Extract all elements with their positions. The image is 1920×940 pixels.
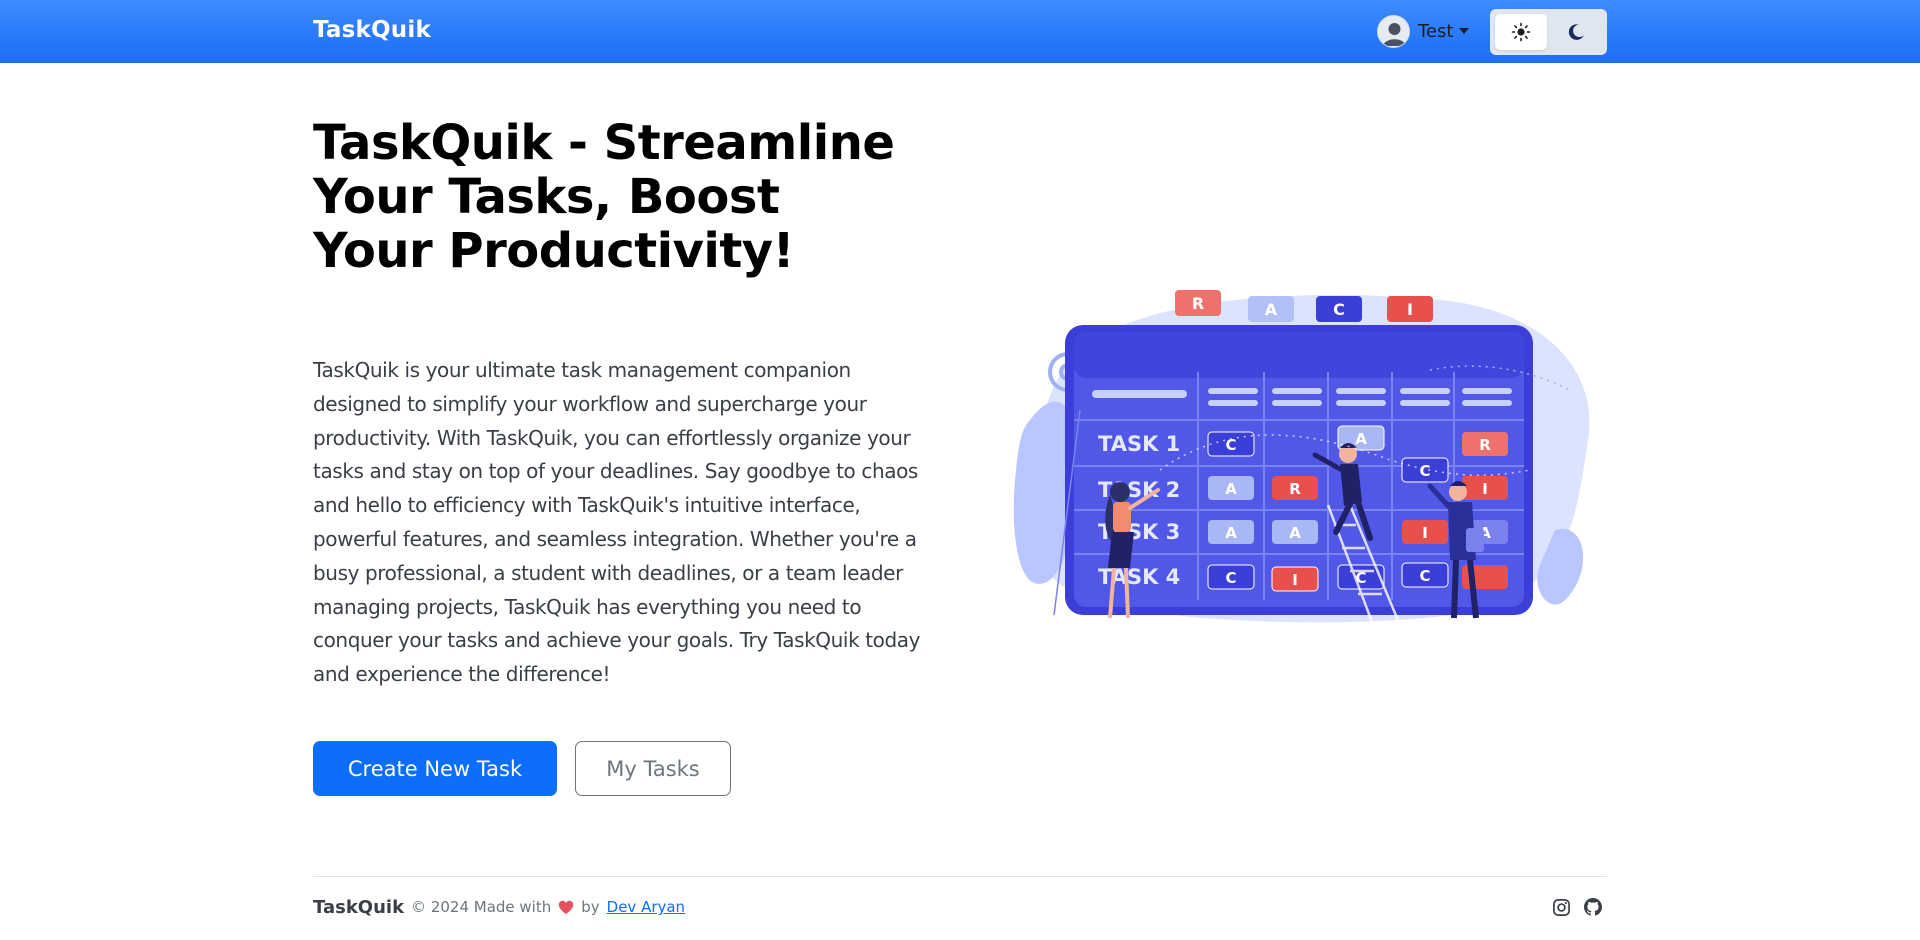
user-avatar-icon: [1377, 14, 1410, 48]
cell-label: I: [1422, 524, 1428, 542]
row-label: TASK 4: [1098, 565, 1180, 589]
instagram-icon[interactable]: [1550, 896, 1572, 918]
cell-label: A: [1225, 480, 1237, 498]
tag-label: C: [1333, 300, 1345, 319]
page-title: TaskQuik - Streamline Your Tasks, Boost …: [313, 115, 895, 279]
create-new-task-button[interactable]: Create New Task: [313, 741, 557, 796]
cell-label: C: [1419, 462, 1430, 480]
task-board-illustration: TASK 1 TASK 2 TASK 3 TASK 4 R A C I C A …: [1013, 290, 1590, 631]
dark-theme-button[interactable]: [1550, 14, 1602, 50]
user-name: Test: [1418, 20, 1454, 42]
light-theme-button[interactable]: [1495, 14, 1547, 50]
tag-label: R: [1192, 294, 1204, 313]
cell-label: R: [1289, 480, 1301, 498]
author-link[interactable]: Dev Aryan: [607, 898, 685, 916]
moon-icon: [1568, 24, 1584, 40]
github-icon[interactable]: [1582, 896, 1604, 918]
footer-info: TaskQuik © 2024 Made with by Dev Aryan: [313, 895, 685, 919]
cell-label: R: [1479, 436, 1491, 454]
sun-icon: [1511, 22, 1531, 42]
tag-label: A: [1265, 300, 1278, 319]
chevron-down-icon: [1459, 28, 1470, 34]
cell-label: C: [1419, 567, 1430, 585]
cell-label: I: [1482, 480, 1488, 498]
my-tasks-button[interactable]: My Tasks: [575, 741, 731, 796]
social-links: [1550, 896, 1604, 918]
cell-label: C: [1225, 569, 1236, 587]
footer-copyright: © 2024 Made with: [411, 898, 552, 916]
navbar-brand[interactable]: TaskQuik: [313, 17, 431, 43]
user-dropdown[interactable]: Test: [1377, 14, 1470, 48]
cell-label: A: [1225, 524, 1237, 542]
heart-icon: [559, 900, 574, 914]
footer-by: by: [581, 898, 600, 916]
navbar: TaskQuik Test: [0, 0, 1920, 63]
cell-label: A: [1355, 430, 1367, 448]
hero-description: TaskQuik is your ultimate task managemen…: [313, 358, 921, 687]
theme-toggle: [1490, 9, 1607, 55]
tag-label: I: [1407, 300, 1413, 319]
footer-brand[interactable]: TaskQuik: [313, 897, 404, 918]
row-label: TASK 1: [1098, 432, 1180, 456]
cell-label: I: [1292, 571, 1298, 589]
cell-label: A: [1289, 524, 1301, 542]
footer-divider: [313, 876, 1607, 877]
